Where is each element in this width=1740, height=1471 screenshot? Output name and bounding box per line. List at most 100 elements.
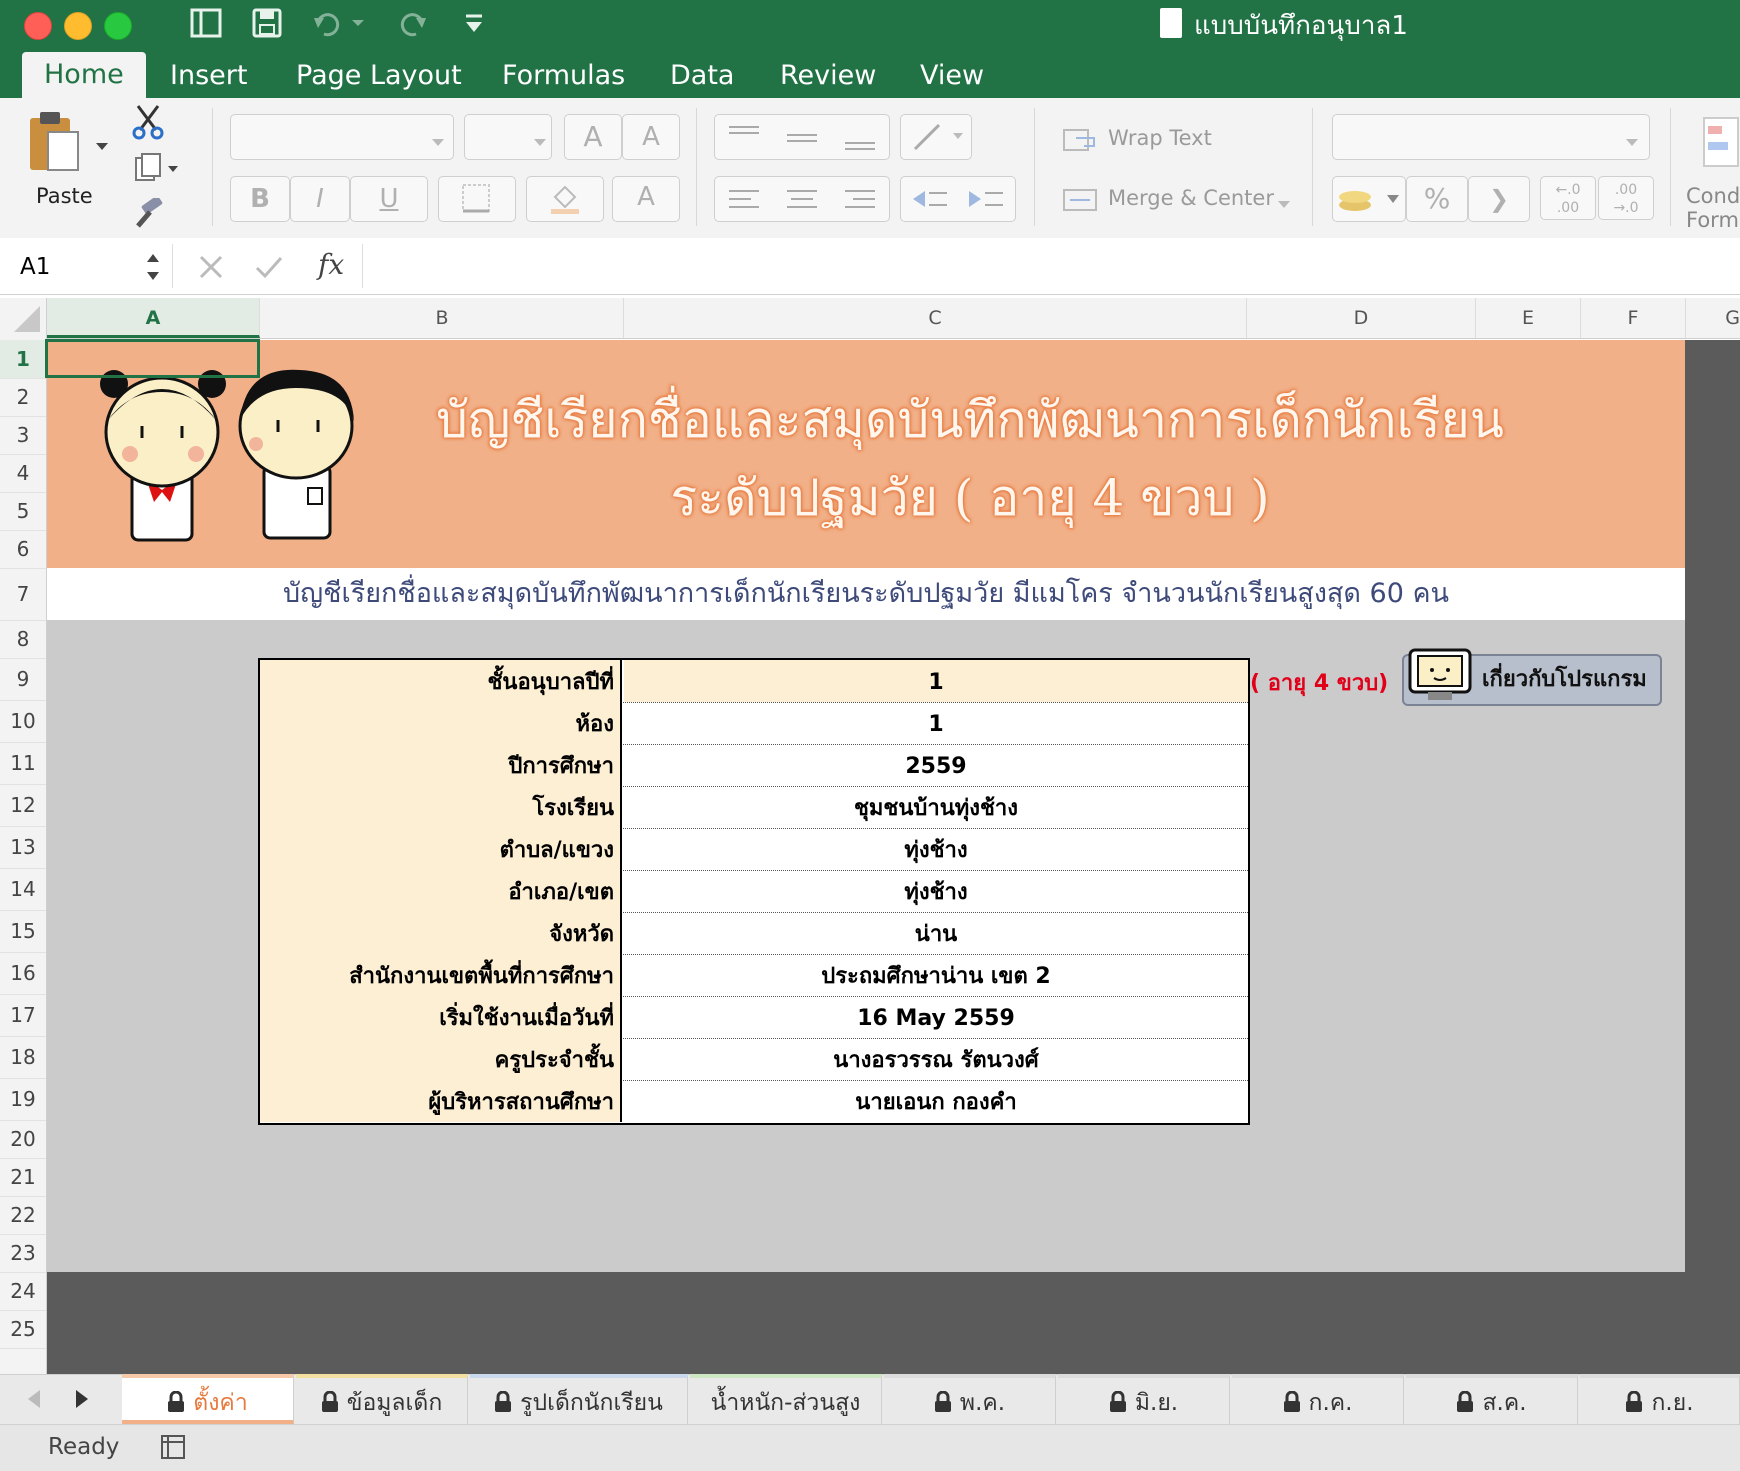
tab-home[interactable]: Home <box>22 52 146 98</box>
row-header[interactable]: 10 <box>0 700 46 743</box>
sheet-tab[interactable]: รูปเด็กนักเรียน <box>470 1374 688 1424</box>
wrap-text-button[interactable]: Wrap Text <box>1108 124 1212 152</box>
conditional-format-icon[interactable] <box>1702 116 1740 172</box>
tab-page-layout[interactable]: Page Layout <box>296 58 462 94</box>
sheet-tab[interactable]: น้ำหนัก-ส่วนสูง <box>690 1374 882 1424</box>
row-header[interactable]: 16 <box>0 952 46 995</box>
select-all-corner[interactable] <box>0 298 47 338</box>
row-header[interactable]: 17 <box>0 994 46 1037</box>
tab-data[interactable]: Data <box>670 58 734 94</box>
sheet-tab[interactable]: ตั้งค่า <box>122 1374 294 1424</box>
merge-center-button[interactable]: Merge & Center <box>1108 184 1274 212</box>
customize-toolbar-icon[interactable] <box>462 8 486 46</box>
tab-review[interactable]: Review <box>780 58 876 94</box>
underline-button[interactable]: U <box>350 176 428 222</box>
row-header[interactable]: 11 <box>0 742 46 785</box>
info-value[interactable]: ทุ่งช้าง <box>624 828 1248 870</box>
column-header-b[interactable]: B <box>261 298 624 338</box>
row-header[interactable]: 19 <box>0 1078 46 1121</box>
row-header[interactable]: 4 <box>0 454 46 493</box>
tab-insert[interactable]: Insert <box>170 58 247 94</box>
row-header[interactable]: 18 <box>0 1036 46 1079</box>
number-format-select[interactable] <box>1332 114 1650 160</box>
name-box[interactable]: A1 <box>20 250 140 284</box>
vertical-align-buttons[interactable] <box>714 114 890 160</box>
zoom-window-button[interactable] <box>104 12 132 40</box>
italic-button[interactable]: I <box>290 176 350 222</box>
sheet-tab[interactable]: ส.ค. <box>1406 1374 1578 1424</box>
next-sheet-icon[interactable] <box>74 1388 90 1414</box>
cancel-entry-icon[interactable] <box>198 254 224 284</box>
macro-record-icon[interactable] <box>158 1432 188 1466</box>
fill-color-button[interactable] <box>526 176 604 222</box>
sheet-tab[interactable]: มิ.ย. <box>1058 1374 1230 1424</box>
info-value[interactable]: 1 <box>624 702 1248 744</box>
format-painter-icon[interactable] <box>132 195 166 234</box>
font-color-button[interactable]: A <box>612 176 680 222</box>
column-header-d[interactable]: D <box>1247 298 1476 338</box>
info-value[interactable]: ประถมศึกษาน่าน เขต 2 <box>624 954 1248 996</box>
insert-function-button[interactable]: fx <box>318 248 344 281</box>
undo-icon[interactable] <box>312 8 368 46</box>
sheet-tab[interactable]: ก.ย. <box>1580 1374 1740 1424</box>
row-header[interactable]: 15 <box>0 910 46 953</box>
percent-button[interactable]: % <box>1406 176 1468 222</box>
row-header[interactable]: 21 <box>0 1158 46 1197</box>
info-value[interactable]: นางอรวรรณ รัตนวงศ์ <box>624 1038 1248 1080</box>
increase-font-button[interactable]: A <box>564 114 622 160</box>
row-header[interactable]: 24 <box>0 1272 46 1311</box>
row-header[interactable]: 25 <box>0 1310 46 1349</box>
column-header-a[interactable]: A <box>47 298 260 338</box>
decrease-font-button[interactable]: A <box>622 114 680 160</box>
indent-buttons[interactable] <box>900 176 1016 222</box>
paste-icon[interactable] <box>26 110 86 176</box>
increase-decimal-button[interactable]: ←.0 .00 <box>1540 176 1596 220</box>
tab-view[interactable]: View <box>920 58 984 94</box>
row-header[interactable]: 20 <box>0 1120 46 1159</box>
minimize-window-button[interactable] <box>64 12 92 40</box>
info-value[interactable]: น่าน <box>624 912 1248 954</box>
row-header[interactable]: 13 <box>0 826 46 869</box>
sheet-tab[interactable]: ก.ค. <box>1232 1374 1404 1424</box>
sheet-tab[interactable]: ข้อมูลเด็ก <box>296 1374 468 1424</box>
font-name-select[interactable] <box>230 114 454 160</box>
close-window-button[interactable] <box>24 12 52 40</box>
row-header[interactable]: 9 <box>0 658 46 701</box>
formula-input[interactable] <box>374 248 1724 284</box>
save-icon[interactable] <box>252 8 282 46</box>
confirm-entry-icon[interactable] <box>254 254 284 284</box>
decrease-decimal-button[interactable]: .00 →.0 <box>1598 176 1654 220</box>
row-header[interactable]: 6 <box>0 530 46 569</box>
comma-style-button[interactable]: ❯ <box>1468 176 1530 222</box>
sheet-tab[interactable]: พ.ค. <box>884 1374 1056 1424</box>
row-header[interactable]: 23 <box>0 1234 46 1273</box>
horizontal-align-buttons[interactable] <box>714 176 890 222</box>
conditional-formatting-button[interactable]: Condi Form <box>1686 184 1740 232</box>
row-header[interactable]: 5 <box>0 492 46 531</box>
accounting-format-button[interactable] <box>1332 176 1406 222</box>
row-header[interactable]: 3 <box>0 416 46 455</box>
info-value[interactable]: 2559 <box>624 744 1248 786</box>
row-header[interactable]: 1 <box>0 340 46 379</box>
bold-button[interactable]: B <box>230 176 290 222</box>
info-value[interactable]: 1 <box>624 660 1248 702</box>
column-header-e[interactable]: E <box>1476 298 1581 338</box>
row-header[interactable]: 14 <box>0 868 46 911</box>
sidebar-toggle-icon[interactable] <box>190 8 222 46</box>
prev-sheet-icon[interactable] <box>26 1388 42 1414</box>
info-value[interactable]: 16 May 2559 <box>624 996 1248 1038</box>
cut-icon[interactable] <box>132 104 164 144</box>
column-header-c[interactable]: C <box>624 298 1247 338</box>
info-value[interactable]: นายเอนก กองคำ <box>624 1080 1248 1122</box>
row-header[interactable]: 8 <box>0 620 46 659</box>
column-header-f[interactable]: F <box>1581 298 1686 338</box>
info-value[interactable]: ทุ่งช้าง <box>624 870 1248 912</box>
tab-formulas[interactable]: Formulas <box>502 58 625 94</box>
column-header-g[interactable]: G <box>1686 298 1740 338</box>
row-header[interactable]: 7 <box>0 568 46 621</box>
redo-icon[interactable] <box>398 8 428 46</box>
paste-dropdown-icon[interactable] <box>96 136 108 155</box>
row-header[interactable]: 2 <box>0 378 46 417</box>
row-header[interactable]: 22 <box>0 1196 46 1235</box>
copy-icon[interactable] <box>134 152 180 188</box>
